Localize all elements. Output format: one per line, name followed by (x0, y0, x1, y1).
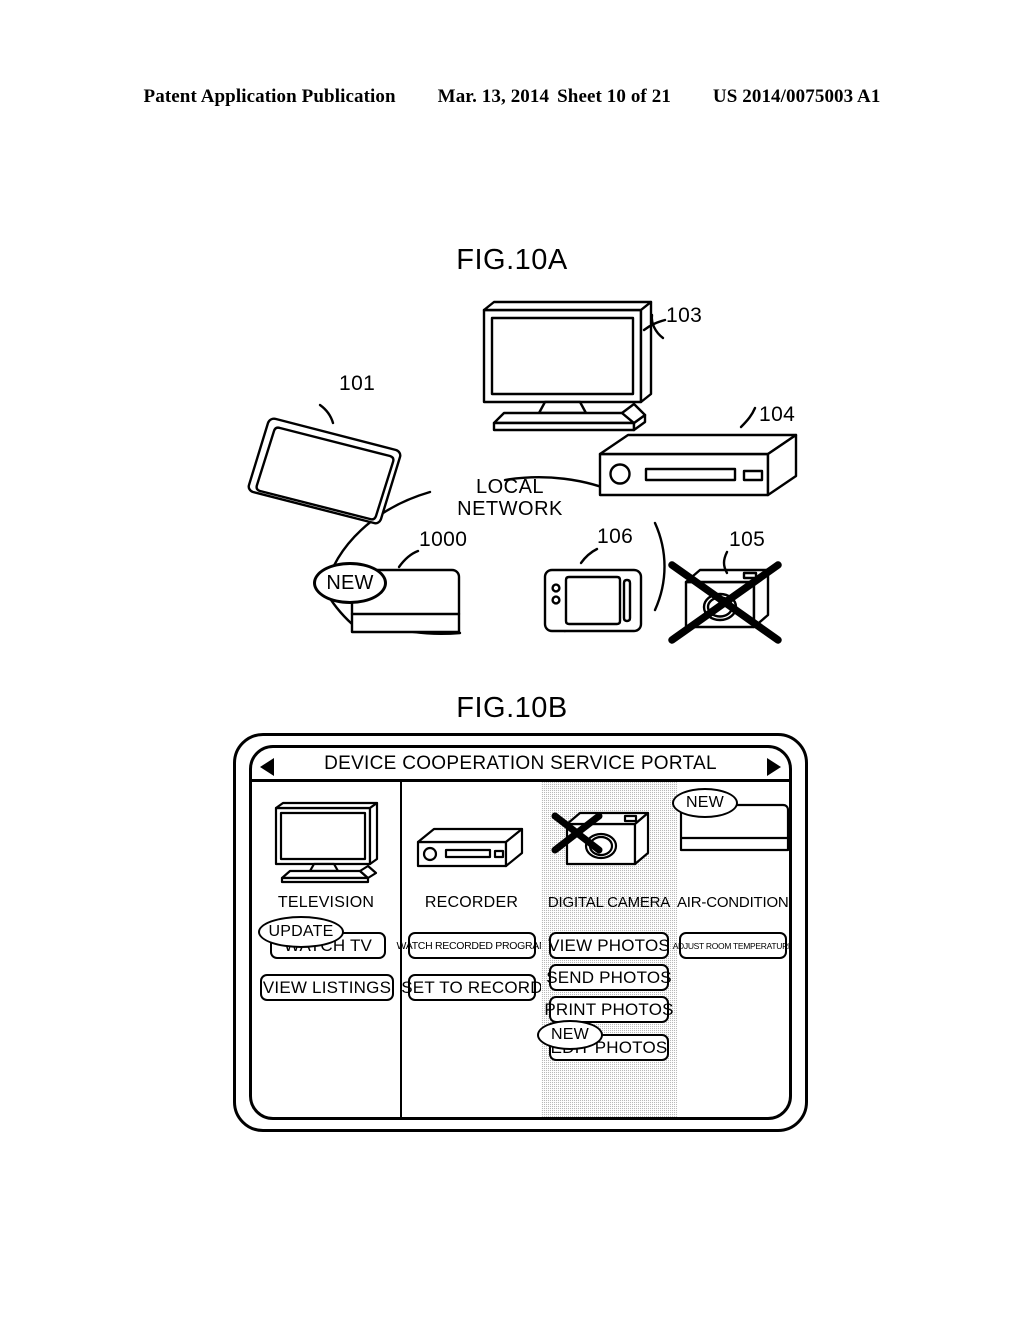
television-icon (482, 300, 653, 432)
lead-105 (722, 550, 729, 575)
set-to-record-button[interactable]: SET TO RECORD (401, 974, 543, 1001)
tablet-icon (247, 417, 402, 525)
ref-105: 105 (729, 528, 766, 551)
device-label-television: TELEVISION (277, 894, 375, 911)
new-badge-edit-photos: NEW (537, 1020, 603, 1050)
header-document-number: US 2014/0075003 A1 (712, 86, 881, 107)
device-column-television[interactable]: TELEVISION UPDATE WATCH TV VIEW LISTINGS (252, 782, 400, 1117)
smartphone-icon (543, 568, 643, 633)
device-label-recorder: RECORDER (424, 894, 519, 911)
triangle-left-icon[interactable] (260, 758, 274, 776)
portal-screen: DEVICE COOPERATION SERVICE PORTAL TELEVI… (249, 745, 792, 1120)
ref-1000: 1000 (419, 528, 468, 551)
header-date: Mar. 13, 2014 (437, 86, 550, 107)
view-photos-button[interactable]: VIEW PHOTOS (548, 932, 670, 959)
lead-1000 (397, 549, 420, 569)
lead-line-103 (650, 313, 665, 340)
recorder-icon (598, 433, 798, 497)
recorder-icon (402, 794, 541, 890)
local-network-label: LOCAL NETWORK (440, 476, 580, 520)
lead-104 (739, 406, 757, 429)
device-column-recorder[interactable]: RECORDER WATCH RECORDED PROGRAM SET TO R… (397, 782, 548, 1117)
device-columns: TELEVISION UPDATE WATCH TV VIEW LISTINGS (252, 782, 789, 1117)
figure-10b: DEVICE COOPERATION SERVICE PORTAL TELEVI… (233, 733, 808, 1133)
television-icon (252, 794, 400, 890)
watch-recorded-program-button[interactable]: WATCH RECORDED PROGRAM (397, 932, 548, 959)
new-badge-1000: NEW (313, 562, 387, 604)
ref-106: 106 (597, 525, 634, 548)
device-label-digital-camera: DIGITAL CAMERA (547, 894, 671, 911)
adjust-room-temperature-button[interactable]: ADJUST ROOM TEMPERATURE (673, 932, 789, 959)
portal-title-bar: DEVICE COOPERATION SERVICE PORTAL (252, 748, 789, 782)
device-column-digital-camera[interactable]: DIGITAL CAMERA VIEW PHOTOS SEND PHOTOS P… (537, 782, 677, 1117)
figure-10a: 101 103 104 105 106 1000 LOCAL NETWORK N… (0, 280, 1024, 680)
triangle-right-icon[interactable] (767, 758, 781, 776)
lead-101 (318, 403, 335, 425)
page-title: DEVICE COOPERATION SERVICE PORTAL (324, 752, 717, 774)
local-network-label-line1: LOCAL (475, 476, 545, 498)
local-network-label-line2: NETWORK (457, 498, 563, 520)
send-photos-button[interactable]: SEND PHOTOS (546, 964, 672, 991)
figure-10b-caption: FIG.10B (456, 692, 568, 724)
page-header: Patent Application Publication Mar. 13, … (0, 86, 1024, 108)
device-label-air-conditioner: AIR-CONDITIONER (677, 894, 789, 911)
device-column-air-conditioner[interactable]: NEW AIR-CONDITIONER ADJUST ROOM TEMPERAT… (672, 782, 789, 1117)
figure-10a-caption: FIG.10A (456, 244, 568, 276)
patent-drawing-page: Patent Application Publication Mar. 13, … (0, 0, 1024, 1320)
print-photos-button[interactable]: PRINT PHOTOS (544, 996, 673, 1023)
header-publication: Patent Application Publication (143, 86, 396, 107)
new-badge-air-conditioner: NEW (672, 788, 738, 818)
view-listings-button[interactable]: VIEW LISTINGS (260, 974, 394, 1001)
header-sheet: Sheet 10 of 21 (557, 86, 671, 107)
update-badge-television: UPDATE (258, 916, 344, 948)
ref-103: 103 (666, 304, 703, 327)
ref-104: 104 (759, 403, 796, 426)
ref-101: 101 (339, 372, 376, 395)
lead-106 (579, 547, 599, 565)
digital-camera-icon (541, 794, 677, 890)
